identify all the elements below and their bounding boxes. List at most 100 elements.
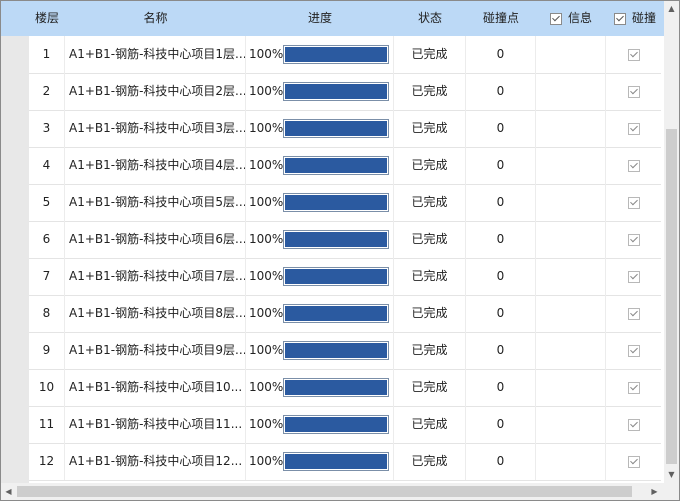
row-progress-label: 100% <box>249 417 284 431</box>
row-status: 已完成 <box>394 184 466 221</box>
table-row[interactable]: 9 A1+B1-钢筋-科技中心项目9层... 100% 已完成 0 <box>29 332 661 370</box>
row-collision-checkbox[interactable] <box>627 307 640 320</box>
row-progress: 100% <box>246 406 394 443</box>
row-name: A1+B1-钢筋-科技中心项目6层... <box>65 221 246 258</box>
collision-table-window: 楼层 名称 进度 状态 碰撞点 信息 碰撞 1 A1+B1-钢筋-科技中心项目1层… <box>0 0 680 501</box>
row-collision-checkbox[interactable] <box>627 85 640 98</box>
row-collision-count: 0 <box>466 221 536 258</box>
vertical-scrollbar[interactable]: ▲ ▼ <box>664 1 679 483</box>
header-info-checkbox[interactable] <box>549 12 562 25</box>
table-row[interactable]: 10 A1+B1-钢筋-科技中心项目10... 100% 已完成 0 <box>29 369 661 407</box>
table-row[interactable]: 2 A1+B1-钢筋-科技中心项目2层... 100% 已完成 0 <box>29 73 661 111</box>
triangle-left-icon[interactable]: ◀ <box>1 484 16 499</box>
progress-bar-fill <box>285 454 387 469</box>
row-progress: 100% <box>246 73 394 110</box>
table-row[interactable]: 4 A1+B1-钢筋-科技中心项目4层... 100% 已完成 0 <box>29 147 661 185</box>
row-collision-checkbox[interactable] <box>627 270 640 283</box>
table-row[interactable]: 8 A1+B1-钢筋-科技中心项目8层... 100% 已完成 0 <box>29 295 661 333</box>
row-floor-number: 2 <box>29 73 65 110</box>
vertical-scroll-thumb[interactable] <box>666 129 677 464</box>
row-progress-label: 100% <box>249 306 284 320</box>
row-status: 已完成 <box>394 369 466 406</box>
row-floor-number: 11 <box>29 406 65 443</box>
progress-bar-fill <box>285 306 387 321</box>
progress-bar-fill <box>285 417 387 432</box>
header-name[interactable]: 名称 <box>65 1 246 36</box>
progress-bar <box>283 267 389 286</box>
row-floor-number: 4 <box>29 147 65 184</box>
table-row[interactable]: 6 A1+B1-钢筋-科技中心项目6层... 100% 已完成 0 <box>29 221 661 259</box>
row-collision-checkbox[interactable] <box>627 122 640 135</box>
row-progress-label: 100% <box>249 84 284 98</box>
table-row[interactable]: 1 A1+B1-钢筋-科技中心项目1层... 100% 已完成 0 <box>29 36 661 74</box>
row-collision-checkbox[interactable] <box>627 233 640 246</box>
header-floor[interactable]: 楼层 <box>29 1 65 36</box>
table-row[interactable]: 12 A1+B1-钢筋-科技中心项目12... 100% 已完成 0 <box>29 443 661 481</box>
table-body: 1 A1+B1-钢筋-科技中心项目1层... 100% 已完成 0 2 A1+B1-钢筋-科… <box>29 36 661 483</box>
row-collision-count: 0 <box>466 147 536 184</box>
row-floor-number: 1 <box>29 36 65 73</box>
row-header-strip <box>1 36 29 483</box>
horizontal-scroll-thumb[interactable] <box>17 486 632 497</box>
table-row[interactable]: 7 A1+B1-钢筋-科技中心项目7层... 100% 已完成 0 <box>29 258 661 296</box>
row-collision-cell <box>606 73 661 110</box>
progress-bar <box>283 156 389 175</box>
progress-bar <box>283 304 389 323</box>
row-info <box>536 258 606 295</box>
row-name: A1+B1-钢筋-科技中心项目9层... <box>65 332 246 369</box>
row-collision-checkbox[interactable] <box>627 344 640 357</box>
row-info <box>536 369 606 406</box>
progress-bar <box>283 415 389 434</box>
row-name: A1+B1-钢筋-科技中心项目8层... <box>65 295 246 332</box>
progress-bar-fill <box>285 195 387 210</box>
header-collision-points[interactable]: 碰撞点 <box>466 1 536 36</box>
table-row[interactable]: 5 A1+B1-钢筋-科技中心项目5层... 100% 已完成 0 <box>29 184 661 222</box>
row-info <box>536 184 606 221</box>
triangle-down-icon[interactable]: ▼ <box>664 467 679 482</box>
row-collision-count: 0 <box>466 110 536 147</box>
row-info <box>536 406 606 443</box>
progress-bar <box>283 378 389 397</box>
row-floor-number: 7 <box>29 258 65 295</box>
row-status: 已完成 <box>394 221 466 258</box>
triangle-right-icon[interactable]: ▶ <box>647 484 662 499</box>
row-collision-cell <box>606 147 661 184</box>
row-progress-label: 100% <box>249 121 284 135</box>
row-progress: 100% <box>246 147 394 184</box>
horizontal-scrollbar[interactable]: ◀ ▶ <box>1 483 664 500</box>
row-progress: 100% <box>246 369 394 406</box>
header-status[interactable]: 状态 <box>394 1 466 36</box>
progress-bar-fill <box>285 343 387 358</box>
row-collision-cell <box>606 332 661 369</box>
row-info <box>536 73 606 110</box>
triangle-up-icon[interactable]: ▲ <box>664 1 679 16</box>
row-floor-number: 10 <box>29 369 65 406</box>
row-progress: 100% <box>246 443 394 480</box>
row-collision-checkbox[interactable] <box>627 48 640 61</box>
progress-bar-fill <box>285 121 387 136</box>
row-collision-count: 0 <box>466 406 536 443</box>
progress-bar <box>283 45 389 64</box>
header-collision: 碰撞 <box>606 1 664 36</box>
row-progress-label: 100% <box>249 232 284 246</box>
row-name: A1+B1-钢筋-科技中心项目5层... <box>65 184 246 221</box>
row-collision-checkbox[interactable] <box>627 418 640 431</box>
header-progress[interactable]: 进度 <box>246 1 394 36</box>
table-row[interactable]: 11 A1+B1-钢筋-科技中心项目11... 100% 已完成 0 <box>29 406 661 444</box>
row-info <box>536 443 606 480</box>
row-collision-checkbox[interactable] <box>627 159 640 172</box>
row-progress-label: 100% <box>249 195 284 209</box>
row-collision-cell <box>606 295 661 332</box>
row-name: A1+B1-钢筋-科技中心项目1层... <box>65 36 246 73</box>
row-status: 已完成 <box>394 443 466 480</box>
row-floor-number: 5 <box>29 184 65 221</box>
row-collision-cell <box>606 369 661 406</box>
table-row[interactable]: 3 A1+B1-钢筋-科技中心项目3层... 100% 已完成 0 <box>29 110 661 148</box>
row-collision-checkbox[interactable] <box>627 455 640 468</box>
row-collision-checkbox[interactable] <box>627 196 640 209</box>
row-progress: 100% <box>246 295 394 332</box>
row-collision-count: 0 <box>466 443 536 480</box>
header-collision-checkbox[interactable] <box>613 12 626 25</box>
row-collision-checkbox[interactable] <box>627 381 640 394</box>
row-collision-count: 0 <box>466 36 536 73</box>
